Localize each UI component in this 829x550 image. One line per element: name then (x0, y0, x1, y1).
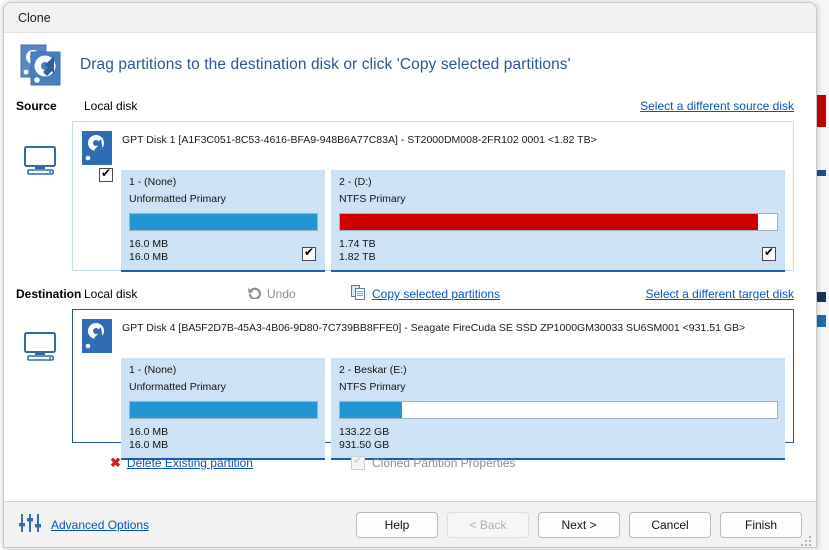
partition-used: 1.74 TB (339, 238, 778, 251)
partition-used: 16.0 MB (129, 426, 318, 439)
help-button[interactable]: Help (356, 512, 438, 538)
destination-disk-panel[interactable]: GPT Disk 4 [BA5F2D7B-45A3-4B06-9D80-7C73… (72, 309, 794, 443)
partition-action-row: ✖ Delete Existing partition Cloned Parti… (72, 451, 794, 475)
partition-used: 16.0 MB (129, 238, 318, 251)
source-header-row: Source Local disk Select a different sou… (4, 95, 816, 117)
cancel-button[interactable]: Cancel (629, 512, 711, 538)
partition-sizes: 16.0 MB 16.0 MB (129, 238, 318, 264)
copy-selected-partitions-button[interactable]: Copy selected partitions (351, 285, 500, 303)
destination-disk-title: GPT Disk 4 [BA5F2D7B-45A3-4B06-9D80-7C73… (122, 318, 745, 334)
hard-disk-icon (82, 319, 112, 353)
copy-selected-partitions-label: Copy selected partitions (372, 287, 500, 301)
partition-name: 1 - (None) (129, 364, 318, 376)
source-disk-checkbox[interactable] (99, 168, 113, 182)
resize-grip[interactable] (801, 534, 813, 546)
cloned-partition-properties-button: Cloned Partition Properties (351, 456, 515, 470)
partition-name: 2 - (D:) (339, 176, 778, 188)
destination-partitions: 1 - (None) Unformatted Primary 16.0 MB 1… (121, 358, 785, 460)
partition-type: Unformatted Primary (129, 381, 318, 393)
source-sublabel: Local disk (84, 99, 137, 113)
back-button: < Back (447, 512, 529, 538)
advanced-options-button[interactable]: Advanced Options (18, 512, 149, 539)
source-partition-1-checkbox[interactable] (302, 247, 316, 261)
destination-sublabel: Local disk (84, 287, 137, 301)
partition-total: 16.0 MB (129, 251, 318, 264)
instruction-text: Drag partitions to the destination disk … (80, 56, 571, 74)
partition-usage-bar (339, 213, 778, 231)
source-disk-header: GPT Disk 1 [A1F3C051-8C53-4616-BFA9-948B… (81, 130, 785, 165)
undo-button[interactable]: Undo (247, 286, 296, 302)
footer-buttons: Help < Back Next > Cancel Finish (356, 512, 802, 538)
partition-usage-bar (129, 213, 318, 231)
partition-usage-bar (339, 401, 778, 419)
window-body: Drag partitions to the destination disk … (4, 33, 816, 548)
select-source-disk-link[interactable]: Select a different source disk (640, 99, 794, 113)
next-button[interactable]: Next > (538, 512, 620, 538)
partition-name: 1 - (None) (129, 176, 318, 188)
hard-disk-icon (82, 131, 112, 165)
sliders-icon (18, 512, 42, 539)
source-disk-panel[interactable]: GPT Disk 1 [A1F3C051-8C53-4616-BFA9-948B… (72, 121, 794, 271)
destination-label: Destination (16, 287, 78, 301)
partition-type: Unformatted Primary (129, 193, 318, 205)
cloned-partition-properties-label: Cloned Partition Properties (372, 456, 515, 470)
delete-existing-partition-button[interactable]: ✖ Delete Existing partition (110, 455, 253, 471)
instruction-banner: Drag partitions to the destination disk … (4, 33, 816, 95)
finish-button[interactable]: Finish (720, 512, 802, 538)
partition-total: 1.82 TB (339, 251, 778, 264)
destination-disk-header: GPT Disk 4 [BA5F2D7B-45A3-4B06-9D80-7C73… (81, 318, 785, 353)
partition-name: 2 - Beskar (E:) (339, 364, 778, 376)
delete-existing-partition-label: Delete Existing partition (127, 456, 253, 470)
partition-sizes: 133.22 GB 931.50 GB (339, 426, 778, 452)
clone-window: Clone Dra (3, 2, 817, 548)
red-x-icon: ✖ (110, 455, 121, 471)
destination-computer-icon (22, 331, 58, 363)
partition-type: NTFS Primary (339, 381, 778, 393)
partition-sizes: 1.74 TB 1.82 TB (339, 238, 778, 264)
copy-pages-icon (351, 285, 366, 303)
window-title: Clone (18, 11, 51, 25)
source-partition-2-checkbox[interactable] (762, 247, 776, 261)
source-partition-2[interactable]: 2 - (D:) NTFS Primary 1.74 TB 1.82 TB (331, 170, 785, 272)
source-disk-title: GPT Disk 1 [A1F3C051-8C53-4616-BFA9-948B… (122, 130, 597, 146)
source-partitions: 1 - (None) Unformatted Primary 16.0 MB 1… (121, 170, 785, 272)
source-label: Source (16, 99, 78, 113)
source-partition-1[interactable]: 1 - (None) Unformatted Primary 16.0 MB 1… (121, 170, 325, 272)
clone-disks-icon (18, 42, 64, 88)
source-computer-icon (22, 145, 58, 177)
clone-dialog-screen: Clone Dra (0, 0, 829, 550)
partition-usage-bar (129, 401, 318, 419)
destination-partition-2[interactable]: 2 - Beskar (E:) NTFS Primary 133.22 GB 9… (331, 358, 785, 460)
destination-header-row: Destination Local disk Undo (4, 283, 816, 305)
partition-sizes: 16.0 MB 16.0 MB (129, 426, 318, 452)
checkbox-list-icon (351, 456, 365, 470)
partition-type: NTFS Primary (339, 193, 778, 205)
partition-used: 133.22 GB (339, 426, 778, 439)
destination-partition-1[interactable]: 1 - (None) Unformatted Primary 16.0 MB 1… (121, 358, 325, 460)
select-target-disk-link[interactable]: Select a different target disk (645, 287, 794, 301)
dialog-footer: Advanced Options Help < Back Next > Canc… (4, 501, 816, 548)
undo-arrow-icon (247, 286, 262, 302)
background-app-edge (815, 0, 829, 550)
undo-label: Undo (267, 287, 296, 301)
advanced-options-label: Advanced Options (51, 518, 149, 532)
window-titlebar: Clone (4, 3, 816, 33)
